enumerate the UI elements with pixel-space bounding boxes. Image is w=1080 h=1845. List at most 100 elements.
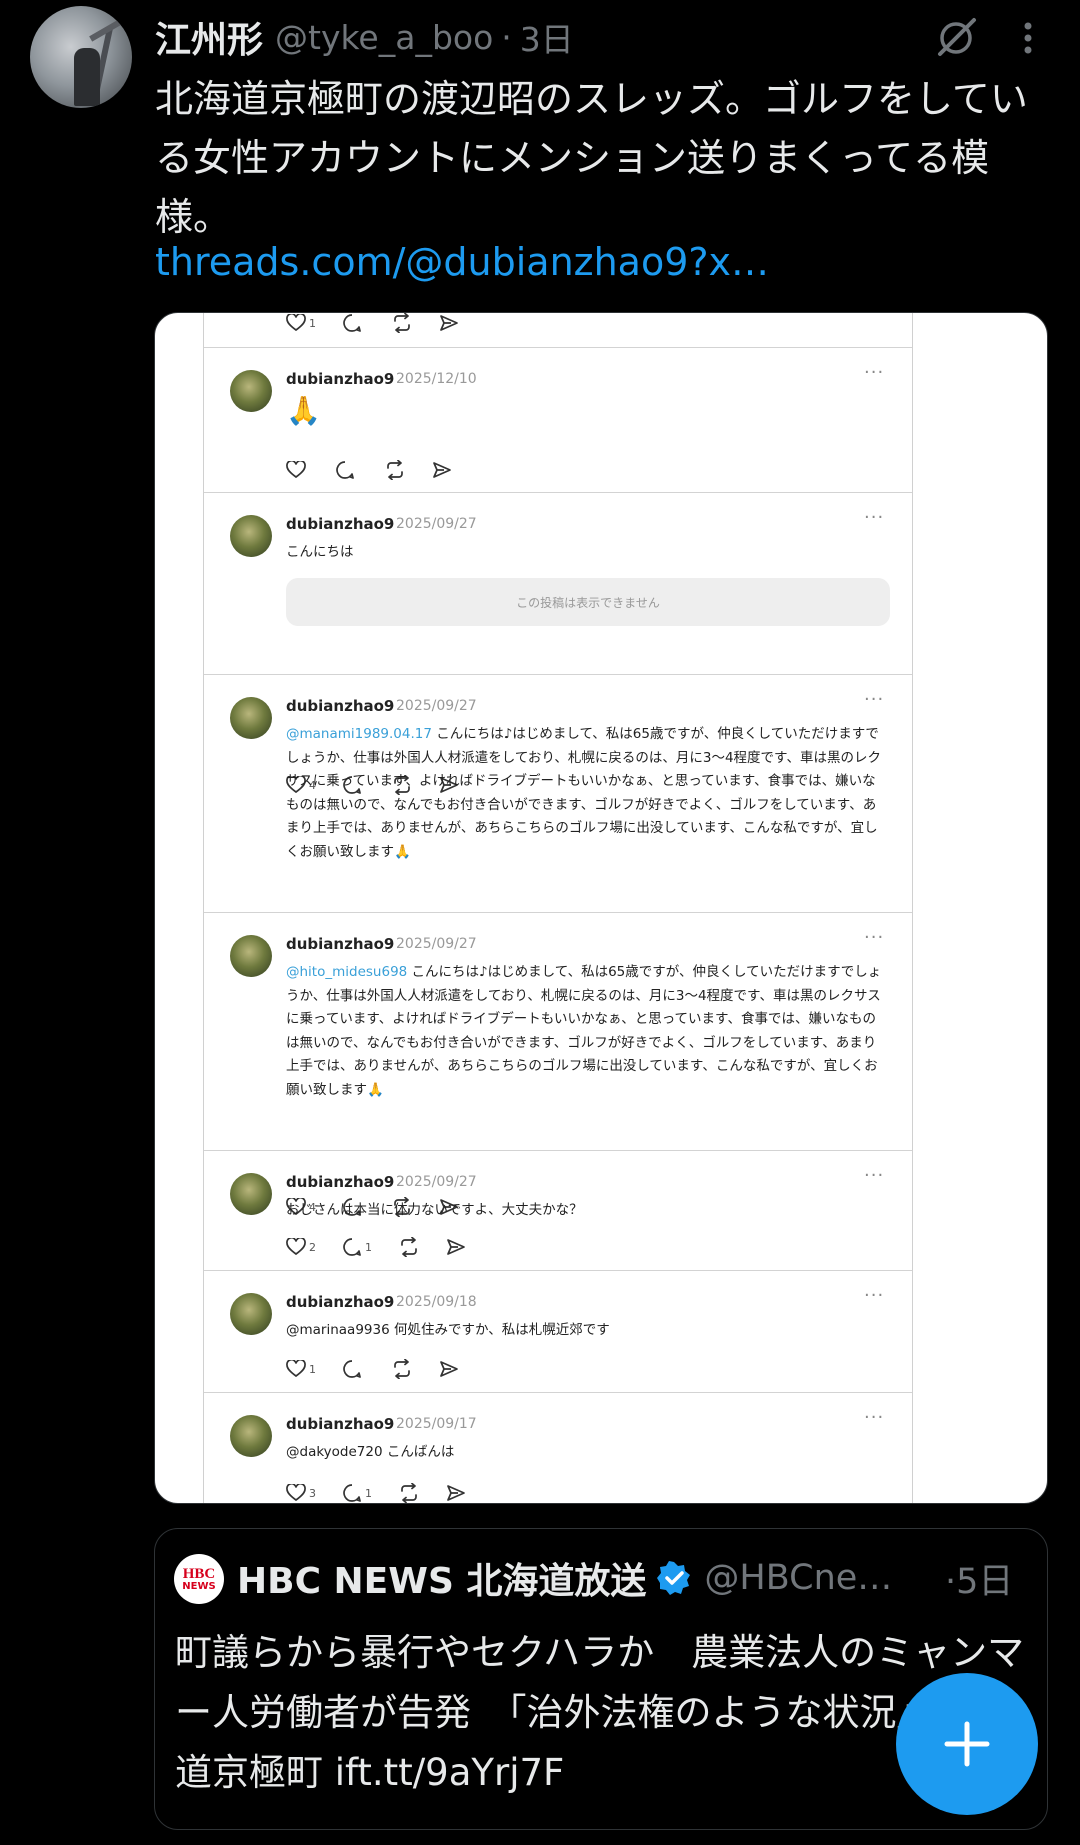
- repost-button[interactable]: [391, 313, 413, 333]
- tweet-text: 北海道京極町の渡辺昭のスレッズ。ゴルフをしている女性アカウントにメンション送りま…: [155, 77, 1028, 239]
- post-username[interactable]: dubianzhao9: [286, 370, 394, 388]
- post-avatar[interactable]: [230, 697, 272, 739]
- post-avatar[interactable]: [230, 1293, 272, 1335]
- reply-count: 1: [365, 1486, 372, 1500]
- tweet-link[interactable]: threads.com/@dubianzhao9?x…: [155, 240, 769, 284]
- reply-icon: [343, 1238, 361, 1256]
- post-more-icon[interactable]: ···: [864, 1165, 884, 1186]
- separator: ·: [501, 17, 512, 57]
- like-icon: [286, 1484, 306, 1502]
- like-button[interactable]: 1: [286, 1360, 316, 1378]
- share-button[interactable]: [439, 1359, 459, 1379]
- post-body: @dakyode720 こんばんは: [286, 1441, 886, 1465]
- like-icon: [286, 1360, 306, 1378]
- post-username[interactable]: dubianzhao9: [286, 697, 394, 715]
- post-emoji: 🙏: [286, 394, 321, 427]
- post-text: おじさんは本当に体力ないですよ、大丈夫かな？: [286, 1202, 583, 1218]
- threads-post[interactable]: dubianzhao9 2025/12/10 ··· 🙏: [204, 348, 912, 493]
- threads-post[interactable]: 1: [204, 313, 912, 348]
- post-actions: 1: [286, 313, 485, 335]
- share-icon: [447, 1239, 465, 1255]
- reply-icon: [336, 461, 354, 479]
- hbc-news-logo[interactable]: HBC NEWS: [174, 1554, 224, 1604]
- repost-icon: [394, 313, 410, 333]
- verified-badge-icon: [657, 1561, 691, 1595]
- repost-button[interactable]: [384, 460, 406, 480]
- like-button[interactable]: 1: [286, 314, 316, 332]
- post-username[interactable]: dubianzhao9: [286, 1293, 394, 1311]
- post-avatar[interactable]: [230, 515, 272, 557]
- post-avatar[interactable]: [230, 1173, 272, 1215]
- reply-icon: [343, 1360, 361, 1378]
- threads-post[interactable]: dubianzhao9 2025/09/27 ··· こんにちは この投稿は表示できませ…: [204, 493, 912, 795]
- post-date: 2025/09/27: [396, 936, 477, 952]
- like-count: 2: [309, 1240, 316, 1254]
- share-icon: [433, 462, 451, 478]
- post-text: @marinaa9936 何処住みですか、私は札幌近郊です: [286, 1322, 610, 1338]
- like-button[interactable]: 2: [286, 1238, 316, 1256]
- threads-post[interactable]: dubianzhao9 2025/09/27 ··· おじさんは本当に体力ないですよ、…: [204, 1151, 912, 1271]
- post-username[interactable]: dubianzhao9: [286, 935, 394, 953]
- post-avatar[interactable]: [230, 935, 272, 977]
- post-date: 2025/09/27: [396, 516, 477, 532]
- compose-button[interactable]: [896, 1673, 1038, 1815]
- post-username[interactable]: dubianzhao9: [286, 1173, 394, 1191]
- threads-post[interactable]: dubianzhao9 2025/09/27 ··· @manami1989.04.1…: [204, 675, 912, 1217]
- like-button[interactable]: [286, 461, 309, 479]
- post-actions: [286, 458, 478, 482]
- repost-icon: [387, 460, 403, 480]
- post-username[interactable]: dubianzhao9: [286, 515, 394, 533]
- author-handle[interactable]: @tyke_a_boo: [275, 18, 493, 57]
- share-button[interactable]: [432, 460, 452, 480]
- post-text: こんにちは♪はじめまして、私は65歳ですが、仲良くしていただけますでしょうか、仕…: [286, 726, 881, 860]
- post-more-icon[interactable]: ···: [864, 1285, 884, 1306]
- share-button[interactable]: [446, 1237, 466, 1257]
- more-options-icon[interactable]: [1016, 18, 1040, 58]
- reply-button[interactable]: 1: [342, 1483, 372, 1503]
- post-avatar[interactable]: [230, 370, 272, 412]
- threads-post[interactable]: dubianzhao9 2025/09/18 ··· @marinaa9936 何処住…: [204, 1271, 912, 1393]
- repost-icon: [401, 1237, 417, 1257]
- like-icon: [286, 314, 306, 332]
- repost-button[interactable]: [391, 1359, 413, 1379]
- author-avatar[interactable]: [30, 6, 132, 108]
- share-button[interactable]: [446, 1483, 466, 1503]
- post-body: @manami1989.04.17 こんにちは♪はじめまして、私は65歳ですが、…: [286, 723, 886, 864]
- reply-button[interactable]: [342, 313, 365, 333]
- post-mention-link[interactable]: @hito_midesu698: [286, 964, 407, 980]
- repost-button[interactable]: [398, 1483, 420, 1503]
- reply-button[interactable]: 1: [342, 1237, 372, 1257]
- tweet-time[interactable]: 3日: [520, 13, 574, 61]
- post-more-icon[interactable]: ···: [864, 507, 884, 528]
- post-more-icon[interactable]: ···: [864, 1407, 884, 1428]
- tweet-author-line: 江州形 @tyke_a_boo · 3日: [155, 12, 574, 62]
- post-more-icon[interactable]: ···: [864, 689, 884, 710]
- quoted-display-name[interactable]: HBC NEWS 北海道放送: [237, 1552, 646, 1604]
- quoted-text: 町議らから暴行やセクハラか 農業法人のミャンマー人労働者が告発 「治外法権のよう…: [175, 1631, 1025, 1794]
- post-mention-link[interactable]: @manami1989.04.17: [286, 726, 432, 742]
- like-icon: [286, 461, 306, 479]
- like-count: 1: [309, 1362, 316, 1376]
- like-button[interactable]: 3: [286, 1484, 316, 1502]
- post-text: @dakyode720 こんばんは: [286, 1444, 455, 1460]
- quoted-handle[interactable]: @HBCne…: [704, 1558, 892, 1598]
- reply-button[interactable]: [335, 460, 358, 480]
- plus-icon: [944, 1721, 990, 1767]
- reply-button[interactable]: [342, 1359, 365, 1379]
- post-actions: 21: [286, 1235, 492, 1259]
- share-button[interactable]: [439, 313, 459, 333]
- post-avatar[interactable]: [230, 1415, 272, 1457]
- post-more-icon[interactable]: ···: [864, 362, 884, 383]
- post-more-icon[interactable]: ···: [864, 927, 884, 948]
- quoted-time[interactable]: ·5日: [945, 1549, 1013, 1607]
- post-date: 2025/12/10: [396, 371, 477, 387]
- grok-icon[interactable]: [934, 16, 978, 60]
- author-display-name[interactable]: 江州形: [155, 11, 263, 63]
- repost-button[interactable]: [398, 1237, 420, 1257]
- threads-post[interactable]: dubianzhao9 2025/09/17 ··· @dakyode720 こんばん…: [204, 1393, 912, 1503]
- share-icon: [440, 315, 458, 331]
- repost-icon: [401, 1483, 417, 1503]
- post-username[interactable]: dubianzhao9: [286, 1415, 394, 1433]
- threads-post[interactable]: dubianzhao9 2025/09/27 ··· @hito_midesu698 …: [204, 913, 912, 1151]
- tweet-media-image[interactable]: 1 dubianzhao9 2025/12/10 ··· 🙏 dubianzhao9 202…: [154, 312, 1048, 1504]
